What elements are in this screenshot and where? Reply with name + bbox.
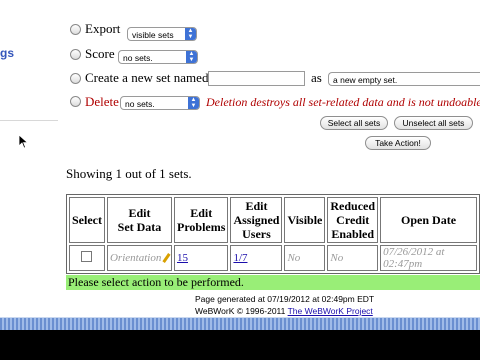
row-reduced-cell: No [327, 245, 379, 271]
export-select-value: visible sets [132, 30, 174, 40]
create-type-value: a new empty set. [333, 75, 398, 85]
row-visible-cell: No [284, 245, 326, 271]
table-row: Orientation 15 1/7 No No 07/26/2012 at 0… [69, 245, 477, 271]
row-set-name-cell: Orientation [106, 245, 172, 271]
create-label: Create a new set named: [85, 70, 213, 85]
select-arrows-icon: ▲ ▼ [188, 97, 199, 109]
row-select-cell [69, 245, 105, 271]
copyright-text: WeBWorK © 1996-2011 [195, 306, 286, 316]
webwork-project-link[interactable]: The WeBWorK Project [288, 306, 373, 316]
create-as-label: as [311, 70, 322, 85]
desktop-dock [0, 317, 480, 330]
select-all-button[interactable]: Select all sets [320, 116, 388, 130]
set-name: Orientation [109, 252, 162, 264]
pencil-icon[interactable] [162, 253, 171, 264]
page-generated-text: Page generated at 07/19/2012 at 02:49pm … [195, 294, 375, 304]
row-select-checkbox[interactable] [81, 251, 93, 262]
select-arrows-icon: ▲ ▼ [186, 51, 197, 63]
table-header-row: Select Edit Set Data Edit Problems Edit Ass… [69, 197, 477, 243]
score-select-value: no sets. [123, 53, 153, 63]
score-select[interactable]: no sets. ▲ ▼ [118, 50, 198, 64]
delete-select-value: no sets. [125, 99, 155, 109]
assigned-users-link[interactable]: 1/7 [233, 252, 247, 264]
export-select[interactable]: visible sets ▲ ▼ [127, 27, 197, 41]
webwork-page: gs Export visible sets ▲ ▼ Score no sets.… [0, 0, 480, 317]
score-label: Score [85, 46, 115, 61]
delete-select[interactable]: no sets. ▲ ▼ [120, 96, 200, 110]
new-set-name-input[interactable] [208, 71, 305, 86]
create-radio[interactable] [70, 73, 81, 84]
footer-copyright: WeBWorK © 1996-2011 The WeBWorK Project [195, 306, 373, 316]
header-edit-assigned-users[interactable]: Edit Assigned Users [230, 197, 283, 243]
create-type-select[interactable]: a new empty set. [328, 72, 480, 86]
sets-table: Select Edit Set Data Edit Problems Edit Ass… [66, 194, 480, 274]
sidebar-divider [0, 120, 58, 121]
header-reduced-credit[interactable]: Reduced Credit Enabled [327, 197, 379, 243]
header-visible[interactable]: Visible [284, 197, 326, 243]
row-problems-cell: 15 [173, 245, 229, 271]
row-users-cell: 1/7 [230, 245, 283, 271]
status-message: Please select action to be performed. [66, 275, 480, 290]
row-open-date-cell: 07/26/2012 at 02:47pm [380, 245, 477, 271]
export-radio[interactable] [70, 24, 81, 35]
delete-radio[interactable] [70, 96, 81, 107]
mouse-cursor-icon [19, 135, 28, 149]
header-edit-set-data[interactable]: Edit Set Data [106, 197, 172, 243]
delete-warning: Deletion destroys all set-related data a… [206, 95, 480, 109]
unselect-all-button[interactable]: Unselect all sets [394, 116, 473, 130]
sidebar-link-fragment[interactable]: gs [0, 46, 14, 60]
header-open-date[interactable]: Open Date [380, 197, 477, 243]
header-edit-problems[interactable]: Edit Problems [173, 197, 229, 243]
delete-label: Delete [85, 94, 119, 109]
problems-link[interactable]: 15 [177, 252, 188, 264]
take-action-button[interactable]: Take Action! [365, 136, 431, 150]
select-arrows-icon: ▲ ▼ [185, 28, 196, 40]
showing-count: Showing 1 out of 1 sets. [66, 166, 192, 181]
export-label: Export [85, 21, 121, 36]
header-select[interactable]: Select [69, 197, 105, 243]
score-radio[interactable] [70, 49, 81, 60]
